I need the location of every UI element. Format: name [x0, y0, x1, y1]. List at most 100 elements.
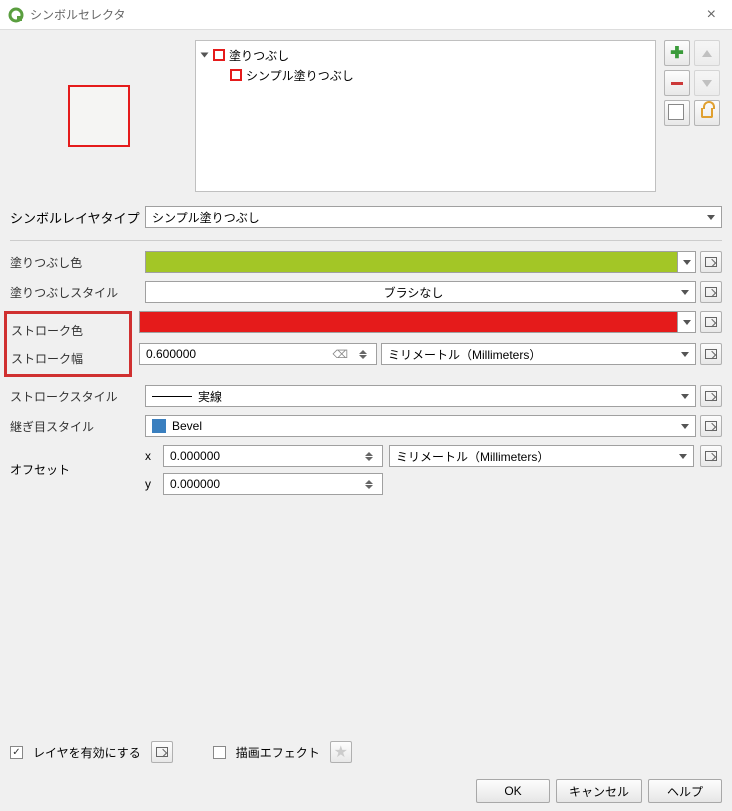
join-style-value: Bevel: [172, 419, 202, 433]
stroke-color-swatch: [140, 312, 677, 332]
ok-button[interactable]: OK: [476, 779, 550, 803]
override-icon: [705, 349, 717, 359]
join-style-override-button[interactable]: [700, 415, 722, 437]
chevron-down-icon: [707, 215, 715, 220]
fill-color-label: 塗りつぶし色: [10, 254, 145, 271]
chevron-down-icon: [681, 424, 689, 429]
star-icon: ★: [334, 742, 348, 762]
join-style-label: 継ぎ目スタイル: [10, 418, 145, 435]
window-title: シンボルセレクタ: [30, 6, 126, 23]
join-style-select[interactable]: Bevel: [145, 415, 696, 437]
chevron-down-icon: [683, 320, 691, 325]
arrow-down-icon: [702, 80, 712, 87]
stroke-color-label: ストローク色: [11, 316, 125, 344]
enable-layer-label: レイヤを有効にする: [33, 744, 141, 761]
draw-effect-label: 描画エフェクト: [236, 744, 320, 761]
spinner[interactable]: [362, 452, 376, 461]
symbol-swatch-icon: [230, 69, 242, 81]
clear-icon[interactable]: ⌫: [332, 348, 348, 361]
fill-style-select[interactable]: ブラシなし: [145, 281, 696, 303]
tree-root-label: 塗りつぶし: [229, 47, 289, 64]
offset-x-value: 0.000000: [170, 449, 220, 463]
stroke-color-picker[interactable]: [139, 311, 696, 333]
override-icon: [705, 391, 717, 401]
chevron-down-icon: [681, 290, 689, 295]
duplicate-icon: [670, 106, 684, 120]
fill-style-label: 塗りつぶしスタイル: [10, 284, 145, 301]
stroke-style-select[interactable]: 実線: [145, 385, 696, 407]
spinner[interactable]: [362, 480, 376, 489]
chevron-down-icon: [679, 454, 687, 459]
enable-layer-checkbox[interactable]: [10, 746, 23, 759]
cancel-button[interactable]: キャンセル: [556, 779, 642, 803]
move-down-button[interactable]: [694, 70, 720, 96]
titlebar: シンボルセレクタ ×: [0, 0, 732, 30]
offset-x-label: x: [145, 449, 157, 463]
stroke-style-label: ストロークスタイル: [10, 388, 145, 405]
symbol-preview: [10, 40, 187, 192]
stroke-style-value: 実線: [198, 388, 222, 405]
tree-row-root[interactable]: 塗りつぶし: [202, 45, 649, 65]
preview-square: [68, 85, 130, 147]
qgis-icon: [8, 7, 24, 23]
lock-icon: [701, 108, 713, 118]
plus-icon: ✚: [670, 43, 683, 63]
offset-x-input[interactable]: 0.000000: [163, 445, 383, 467]
offset-unit-select[interactable]: ミリメートル（Millimeters）: [389, 445, 694, 467]
close-icon[interactable]: ×: [699, 6, 724, 24]
offset-y-label: y: [145, 477, 157, 491]
override-icon: [705, 317, 717, 327]
stroke-width-unit-select[interactable]: ミリメートル（Millimeters）: [381, 343, 696, 365]
chevron-down-icon: [683, 260, 691, 265]
tree-row-child[interactable]: シンプル塗りつぶし: [202, 65, 649, 85]
symbol-swatch-icon: [213, 49, 225, 61]
override-icon: [705, 421, 717, 431]
layer-type-select[interactable]: シンプル塗りつぶし: [145, 206, 722, 228]
draw-effect-checkbox[interactable]: [213, 746, 226, 759]
fill-style-override-button[interactable]: [700, 281, 722, 303]
expand-icon[interactable]: [201, 53, 209, 58]
override-icon: [705, 257, 717, 267]
minus-icon: [671, 82, 683, 85]
override-icon: [705, 451, 717, 461]
layer-type-label: シンボルレイヤタイプ: [10, 208, 145, 227]
stroke-width-value: 0.600000: [146, 347, 196, 361]
enable-layer-override-button[interactable]: [151, 741, 173, 763]
separator: [10, 240, 722, 241]
stroke-style-override-button[interactable]: [700, 385, 722, 407]
fill-color-override-button[interactable]: [700, 251, 722, 273]
spinner[interactable]: [356, 350, 370, 359]
offset-label: オフセット: [10, 445, 145, 478]
offset-y-value: 0.000000: [170, 477, 220, 491]
chevron-down-icon: [681, 352, 689, 357]
chevron-down-icon: [681, 394, 689, 399]
highlight-annotation: ストローク色 ストローク幅: [4, 311, 132, 377]
layer-tree[interactable]: 塗りつぶし シンプル塗りつぶし: [195, 40, 656, 192]
offset-override-button[interactable]: [700, 445, 722, 467]
move-up-button[interactable]: [694, 40, 720, 66]
add-layer-button[interactable]: ✚: [664, 40, 690, 66]
override-icon: [705, 287, 717, 297]
duplicate-layer-button[interactable]: [664, 100, 690, 126]
layer-tool-buttons: ✚: [664, 40, 722, 192]
draw-effect-button[interactable]: ★: [330, 741, 352, 763]
bevel-icon: [152, 419, 166, 433]
line-preview-icon: [152, 396, 192, 397]
stroke-width-unit-value: ミリメートル（Millimeters）: [388, 346, 675, 363]
fill-color-picker[interactable]: [145, 251, 696, 273]
override-icon: [156, 747, 168, 757]
tree-child-label: シンプル塗りつぶし: [246, 67, 354, 84]
fill-style-value: ブラシなし: [152, 284, 675, 301]
lock-layer-button[interactable]: [694, 100, 720, 126]
help-button[interactable]: ヘルプ: [648, 779, 722, 803]
layer-type-value: シンプル塗りつぶし: [152, 209, 701, 226]
stroke-width-label: ストローク幅: [11, 344, 125, 372]
stroke-color-override-button[interactable]: [700, 311, 722, 333]
fill-color-swatch: [146, 252, 677, 272]
stroke-width-input[interactable]: 0.600000 ⌫: [139, 343, 377, 365]
offset-unit-value: ミリメートル（Millimeters）: [396, 448, 673, 465]
offset-y-input[interactable]: 0.000000: [163, 473, 383, 495]
arrow-up-icon: [702, 50, 712, 57]
remove-layer-button[interactable]: [664, 70, 690, 96]
stroke-width-override-button[interactable]: [700, 343, 722, 365]
